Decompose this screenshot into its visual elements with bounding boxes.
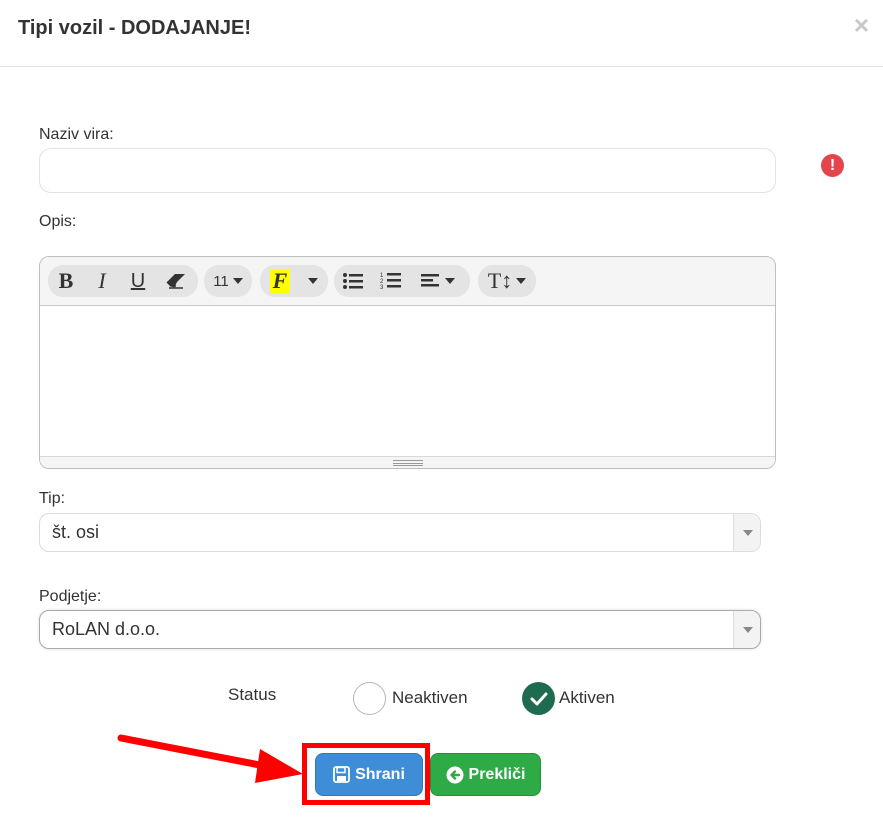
paragraph-button-group: 1 2 3 xyxy=(334,265,470,297)
align-dropdown[interactable] xyxy=(410,265,466,297)
status-label: Status xyxy=(228,685,277,704)
chevron-down-icon[interactable] xyxy=(733,514,760,551)
cancel-button-label: Prekliči xyxy=(468,765,526,783)
underline-button[interactable]: U xyxy=(120,265,156,297)
radio-aktiven-label[interactable]: Aktiven xyxy=(559,688,615,708)
podjetje-select[interactable]: RoLAN d.o.o. xyxy=(39,610,761,649)
cancel-button[interactable]: Prekliči xyxy=(430,753,541,796)
font-color-group: F xyxy=(260,265,328,297)
chevron-down-icon xyxy=(232,278,243,284)
tip-label: Tip: xyxy=(39,490,66,507)
tip-select[interactable]: št. osi xyxy=(39,513,761,552)
chevron-down-icon xyxy=(445,278,455,284)
editor-content-area[interactable] xyxy=(40,306,775,456)
resize-grip-icon[interactable] xyxy=(393,460,423,466)
rich-text-editor: B I U 11 F 1 2 3 T↕ xyxy=(39,256,776,469)
podjetje-label: Podjetje: xyxy=(39,588,102,605)
chevron-down-icon xyxy=(308,278,318,284)
radio-aktiven[interactable] xyxy=(522,682,555,715)
naziv-label: Naziv vira: xyxy=(39,126,114,143)
podjetje-select-value: RoLAN d.o.o. xyxy=(52,619,161,639)
save-button[interactable]: Shrani xyxy=(315,753,423,796)
font-color-icon: F xyxy=(269,269,291,293)
modal-header: Tipi vozil - DODAJANJE! × xyxy=(0,0,883,67)
editor-toolbar: B I U 11 F 1 2 3 T↕ xyxy=(40,257,775,306)
font-color-dropdown[interactable] xyxy=(300,265,326,297)
editor-resize-bar[interactable] xyxy=(40,456,775,468)
unordered-list-icon[interactable] xyxy=(334,265,372,297)
eraser-icon[interactable] xyxy=(156,265,196,297)
floppy-disk-icon xyxy=(333,766,350,783)
italic-button[interactable]: I xyxy=(84,265,120,297)
font-size-dropdown[interactable]: 11 xyxy=(204,265,252,297)
chevron-down-icon[interactable] xyxy=(733,611,760,648)
tip-select-value: št. osi xyxy=(52,522,100,542)
close-icon[interactable]: × xyxy=(854,12,869,38)
radio-neaktiven-label[interactable]: Neaktiven xyxy=(392,688,468,708)
ordered-list-icon[interactable]: 1 2 3 xyxy=(372,265,410,297)
line-height-dropdown[interactable]: T↕ xyxy=(478,265,536,297)
radio-neaktiven[interactable] xyxy=(353,682,386,715)
naziv-input[interactable] xyxy=(39,148,776,193)
style-button-group: B I U xyxy=(48,265,198,297)
modal-title: Tipi vozil - DODAJANJE! xyxy=(18,17,251,39)
bold-button[interactable]: B xyxy=(48,265,84,297)
align-left-icon xyxy=(421,274,439,287)
red-arrow-icon xyxy=(117,734,303,783)
exclamation-icon: ! xyxy=(821,154,844,177)
svg-text:3: 3 xyxy=(380,285,384,291)
font-size-value: 11 xyxy=(213,272,229,290)
chevron-down-icon xyxy=(516,278,527,284)
check-icon xyxy=(530,692,547,705)
arrow-left-circle-icon xyxy=(446,766,464,783)
save-button-label: Shrani xyxy=(355,765,405,783)
line-height-icon: T↕ xyxy=(487,268,513,293)
font-color-button[interactable]: F xyxy=(260,265,300,297)
opis-label: Opis: xyxy=(39,213,77,230)
